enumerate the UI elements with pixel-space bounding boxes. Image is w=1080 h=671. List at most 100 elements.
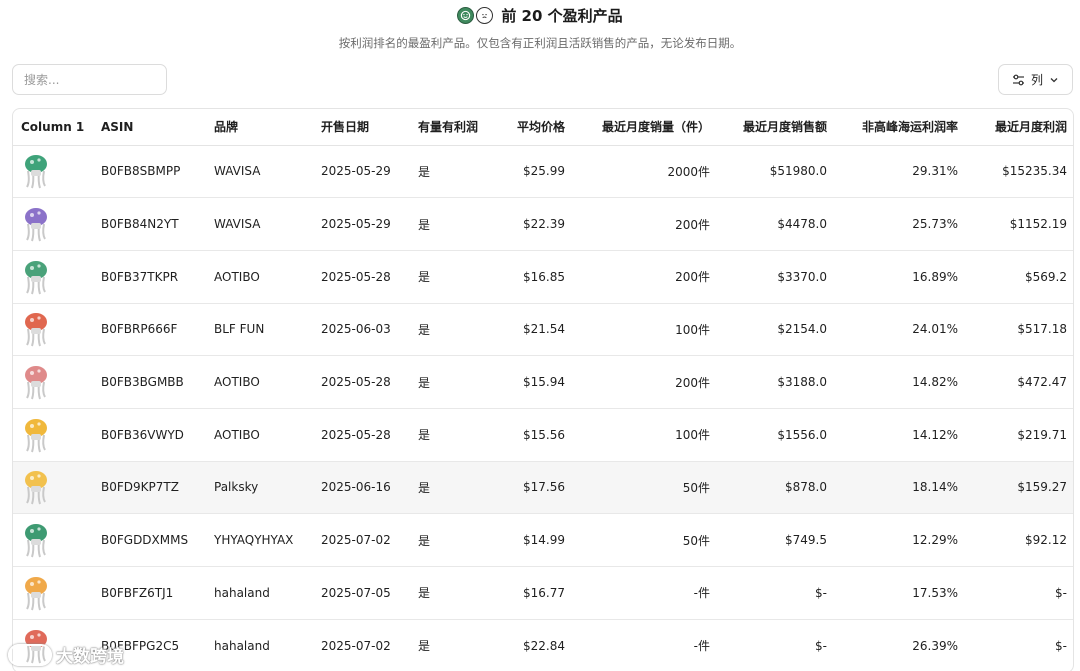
cell-monthly-profit: $159.27	[966, 461, 1073, 515]
cell-profitable: 是	[410, 303, 493, 357]
cell-thumbnail	[13, 250, 93, 304]
table-row[interactable]: B0FGDDXMMS YHYAQYHYAX 2025-07-02 是 $14.99 50件…	[13, 513, 1073, 567]
columns-button[interactable]: 列	[998, 64, 1073, 95]
cell-profitable: 是	[410, 461, 493, 515]
cell-launch-date: 2025-05-28	[313, 408, 410, 462]
cell-asin: B0FBRP666F	[93, 303, 206, 357]
product-thumbnail-icon[interactable]	[19, 574, 55, 612]
cell-offpeak-margin: 14.12%	[835, 408, 966, 462]
product-thumbnail-icon[interactable]	[19, 363, 55, 401]
header-column-1[interactable]: Column 1	[13, 109, 93, 146]
cell-monthly-units: 200件	[573, 197, 718, 251]
header-profitable[interactable]: 有量有利润	[410, 109, 493, 146]
table-row[interactable]: B0FD9KP7TZ Palksky 2025-06-16 是 $17.56 50件 $87…	[13, 461, 1073, 515]
cell-brand: BLF FUN	[206, 303, 313, 357]
table-header-row: Column 1 ASIN 品牌 开售日期 有量有利润 平均价格 最近月度销量（…	[13, 109, 1073, 146]
header-brand[interactable]: 品牌	[206, 109, 313, 146]
page-header: 前 20 个盈利产品	[0, 4, 1080, 26]
header-monthly-revenue[interactable]: 最近月度销售额	[718, 109, 835, 146]
cell-profitable: 是	[410, 355, 493, 409]
cell-asin: B0FB3BGMBB	[93, 355, 206, 409]
header-monthly-profit[interactable]: 最近月度利润	[966, 109, 1073, 146]
cell-asin: B0FB36VWYD	[93, 408, 206, 462]
cell-launch-date: 2025-07-02	[313, 513, 410, 567]
cell-thumbnail	[13, 197, 93, 251]
table-row[interactable]: B0FBRP666F BLF FUN 2025-06-03 是 $21.54 100件 $2…	[13, 303, 1073, 357]
cell-thumbnail	[13, 461, 93, 515]
search-input[interactable]	[12, 64, 167, 95]
watermark-logo-icon	[8, 643, 52, 666]
product-thumbnail-icon[interactable]	[19, 468, 55, 506]
product-thumbnail-icon[interactable]	[19, 258, 55, 296]
cell-offpeak-margin: 18.14%	[835, 461, 966, 515]
table-row[interactable]: B0FBFPG2C5 hahaland 2025-07-02 是 $22.84 -件 $- 2…	[13, 619, 1073, 671]
product-thumbnail-icon[interactable]	[19, 416, 55, 454]
cell-launch-date: 2025-05-29	[313, 197, 410, 251]
cell-brand: Palksky	[206, 461, 313, 515]
cell-avg-price: $22.84	[493, 619, 573, 671]
product-thumbnail-icon[interactable]	[19, 521, 55, 559]
cell-profitable: 是	[410, 566, 493, 620]
cell-brand: AOTIBO	[206, 408, 313, 462]
cell-launch-date: 2025-05-28	[313, 250, 410, 304]
cell-offpeak-margin: 26.39%	[835, 619, 966, 671]
cell-monthly-units: 200件	[573, 250, 718, 304]
cell-monthly-profit: $569.2	[966, 250, 1073, 304]
cell-monthly-revenue: $2154.0	[718, 303, 835, 357]
cell-launch-date: 2025-06-16	[313, 461, 410, 515]
product-thumbnail-icon[interactable]	[19, 310, 55, 348]
cell-monthly-profit: $-	[966, 566, 1073, 620]
chevron-down-icon	[1049, 75, 1059, 85]
cell-monthly-units: 100件	[573, 303, 718, 357]
cell-asin: B0FB8SBMPP	[93, 145, 206, 199]
table-row[interactable]: B0FB37TKPR AOTIBO 2025-05-28 是 $16.85 200件 $33…	[13, 250, 1073, 304]
table-row[interactable]: B0FBFZ6TJ1 hahaland 2025-07-05 是 $16.77 -件 $- 1…	[13, 566, 1073, 620]
cell-profitable: 是	[410, 513, 493, 567]
header-offpeak-margin[interactable]: 非高峰海运利润率	[835, 109, 966, 146]
header-launch-date[interactable]: 开售日期	[313, 109, 410, 146]
cell-monthly-revenue: $3370.0	[718, 250, 835, 304]
header-avg-price[interactable]: 平均价格	[493, 109, 573, 146]
cell-offpeak-margin: 17.53%	[835, 566, 966, 620]
cell-avg-price: $25.99	[493, 145, 573, 199]
cell-offpeak-margin: 16.89%	[835, 250, 966, 304]
cell-offpeak-margin: 25.73%	[835, 197, 966, 251]
table-row[interactable]: B0FB84N2YT WAVISA 2025-05-29 是 $22.39 200件 $44…	[13, 197, 1073, 251]
header-icons	[457, 6, 494, 24]
cell-profitable: 是	[410, 145, 493, 199]
cell-avg-price: $16.85	[493, 250, 573, 304]
cell-offpeak-margin: 24.01%	[835, 303, 966, 357]
header-asin[interactable]: ASIN	[93, 109, 206, 146]
cell-brand: WAVISA	[206, 145, 313, 199]
cell-launch-date: 2025-05-28	[313, 355, 410, 409]
cell-thumbnail	[13, 566, 93, 620]
cell-launch-date: 2025-07-05	[313, 566, 410, 620]
product-thumbnail-icon[interactable]	[19, 152, 55, 190]
cell-offpeak-margin: 12.29%	[835, 513, 966, 567]
page-title: 前 20 个盈利产品	[501, 6, 623, 25]
product-thumbnail-icon[interactable]	[19, 205, 55, 243]
header-monthly-units[interactable]: 最近月度销量（件）	[573, 109, 718, 146]
table-row[interactable]: B0FB8SBMPP WAVISA 2025-05-29 是 $25.99 2000件 $5…	[13, 145, 1073, 199]
page-subtitle: 按利润排名的最盈利产品。仅包含有正利润且活跃销售的产品，无论发布日期。	[338, 36, 742, 50]
cell-profitable: 是	[410, 197, 493, 251]
table-row[interactable]: B0FB3BGMBB AOTIBO 2025-05-28 是 $15.94 200件 $31…	[13, 355, 1073, 409]
cell-avg-price: $15.94	[493, 355, 573, 409]
cell-thumbnail	[13, 408, 93, 462]
cell-avg-price: $22.39	[493, 197, 573, 251]
watermark-text: 大数跨境	[56, 647, 124, 667]
columns-button-label: 列	[1030, 73, 1043, 87]
cell-monthly-revenue: $-	[718, 619, 835, 671]
cell-monthly-profit: $1152.19	[966, 197, 1073, 251]
cell-offpeak-margin: 29.31%	[835, 145, 966, 199]
cell-avg-price: $16.77	[493, 566, 573, 620]
products-table-container: Column 1 ASIN 品牌 开售日期 有量有利润 平均价格 最近月度销量（…	[12, 108, 1074, 671]
cell-thumbnail	[13, 513, 93, 567]
cell-avg-price: $17.56	[493, 461, 573, 515]
cell-asin: B0FB84N2YT	[93, 197, 206, 251]
cell-monthly-profit: $517.18	[966, 303, 1073, 357]
table-row[interactable]: B0FB36VWYD AOTIBO 2025-05-28 是 $15.56 100件 $15…	[13, 408, 1073, 462]
cell-monthly-profit: $92.12	[966, 513, 1073, 567]
cell-asin: B0FB37TKPR	[93, 250, 206, 304]
cell-monthly-profit: $472.47	[966, 355, 1073, 409]
